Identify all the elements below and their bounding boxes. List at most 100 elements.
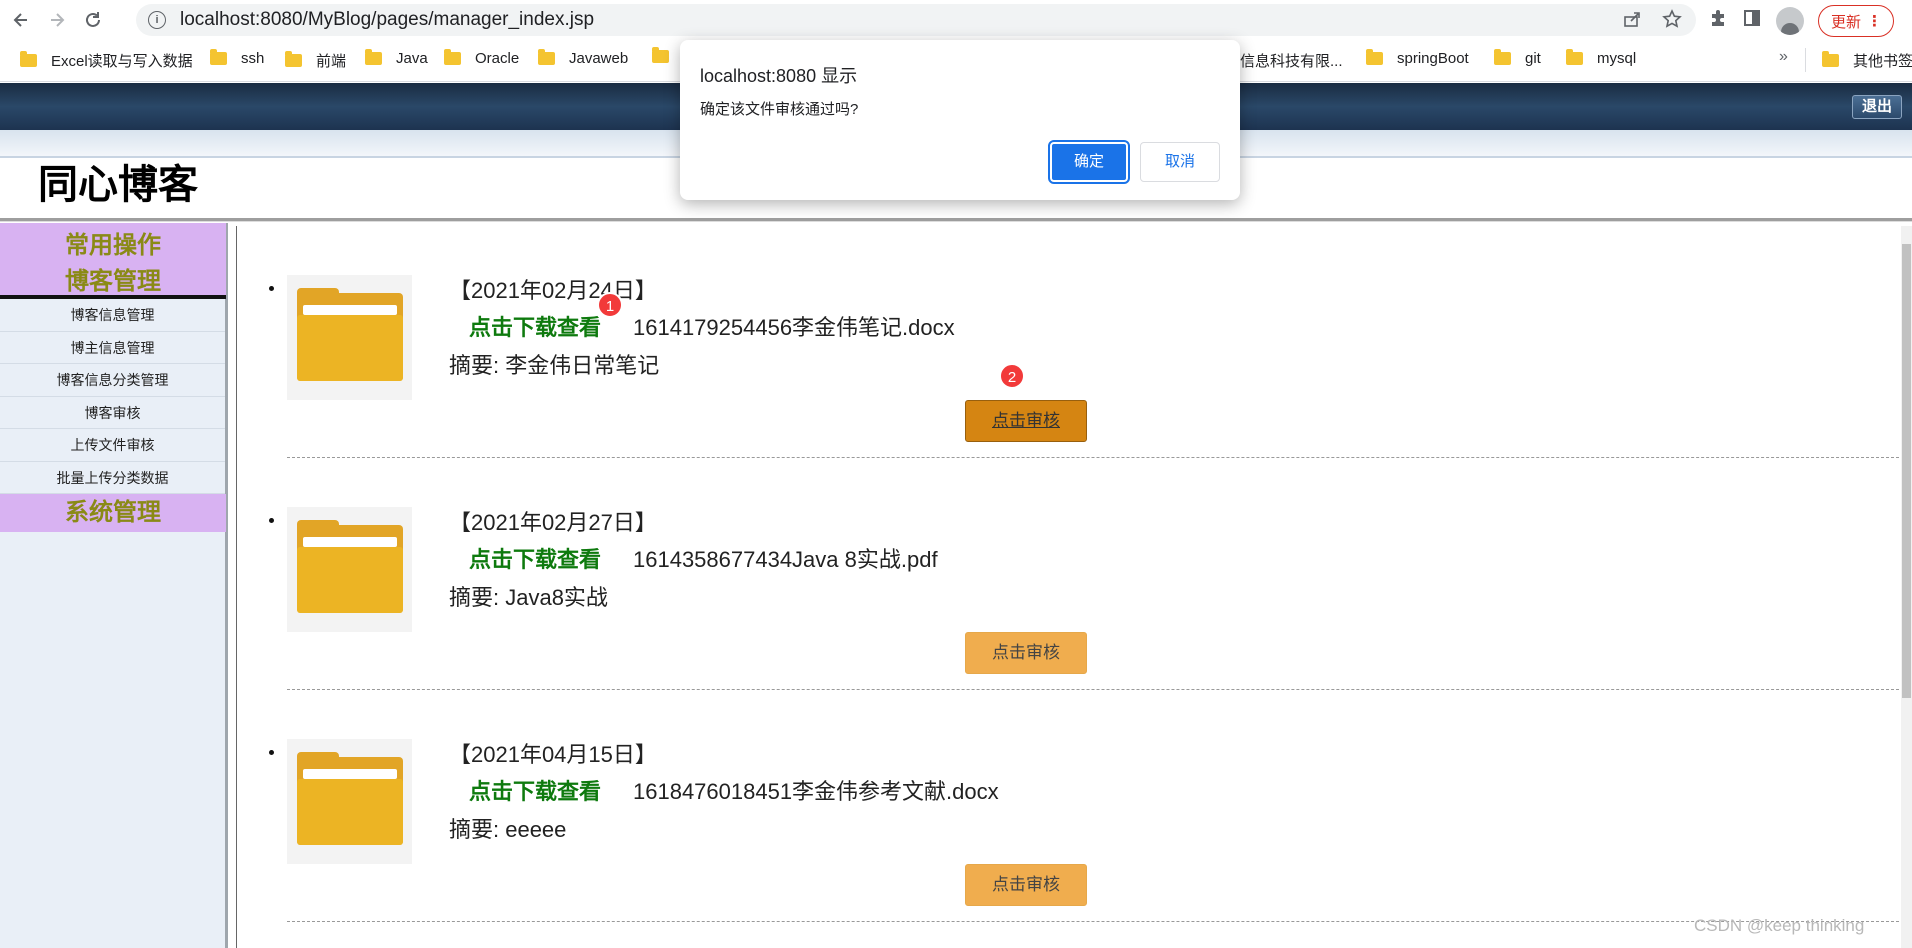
folder-icon — [538, 49, 555, 65]
bookmark-folder[interactable]: mysql — [1566, 49, 1637, 67]
back-arrow-icon[interactable] — [6, 5, 36, 35]
entry-summary: 摘要: 李金伟日常笔记 — [449, 353, 660, 378]
bookmark-label: ssh — [241, 50, 265, 67]
extensions-icon[interactable] — [1708, 8, 1728, 34]
sidebar-item-blogger-info[interactable]: 博主信息管理 — [0, 332, 225, 364]
bookmark-folder[interactable] — [652, 47, 683, 63]
folder-icon — [1822, 51, 1839, 67]
more-bookmarks-chevron[interactable]: » — [1779, 48, 1788, 66]
bookmark-folder[interactable]: git — [1494, 49, 1541, 67]
bookmark-folder[interactable]: Excel读取与写入数据 — [20, 50, 193, 71]
site-title: 同心博客 — [38, 162, 198, 208]
bookmark-label: git — [1525, 50, 1541, 67]
confirm-dialog: localhost:8080 显示 确定该文件审核通过吗? 确定 取消 — [680, 40, 1240, 200]
sidebar-item-blog-review[interactable]: 博客审核 — [0, 397, 225, 429]
folder-icon — [287, 739, 412, 864]
sidebar-section-system[interactable]: 系统管理 — [0, 494, 226, 532]
entry-date: 【2021年04月15日】 — [449, 742, 657, 767]
entry-filename: 1618476018451李金伟参考文献.docx — [633, 779, 999, 804]
review-button[interactable]: 点击审核 — [965, 632, 1087, 674]
list-item: 【2021年02月24日】 点击下载查看 1614179254456李金伟笔记.… — [237, 226, 1902, 458]
bookmark-folder[interactable]: 前端 — [285, 50, 346, 71]
entry-summary: 摘要: eeeee — [449, 817, 567, 842]
bookmark-folder[interactable]: springBoot — [1366, 49, 1469, 67]
folder-icon — [285, 51, 302, 67]
sidebar-item-blog-category[interactable]: 博客信息分类管理 — [0, 364, 225, 397]
bookmark-label: Excel读取与写入数据 — [51, 53, 193, 70]
browser-toolbar: i localhost:8080/MyBlog/pages/manager_in… — [0, 0, 1912, 40]
annotation-badge: 1 — [597, 292, 623, 318]
bookmark-label: 信息科技有限... — [1240, 53, 1343, 70]
list-bullet — [269, 750, 274, 755]
dialog-title: localhost:8080 显示 — [700, 66, 858, 86]
file-review-list: 【2021年02月24日】 点击下载查看 1614179254456李金伟笔记.… — [236, 226, 1902, 948]
bookmark-folder[interactable]: Java — [365, 49, 428, 67]
folder-icon — [287, 275, 412, 400]
site-info-icon[interactable]: i — [148, 11, 166, 29]
folder-icon — [1366, 49, 1383, 65]
bookmark-label: Oracle — [475, 50, 520, 67]
bookmark-label: 前端 — [316, 53, 347, 70]
sidebar-section-header[interactable]: 常用操作 博客管理 — [0, 223, 226, 299]
logout-button[interactable]: 退出 — [1851, 95, 1902, 119]
reload-icon[interactable] — [78, 5, 108, 35]
bookmarks-divider — [1805, 48, 1806, 72]
review-button[interactable]: 点击审核 — [965, 400, 1087, 442]
folder-icon — [287, 507, 412, 632]
dialog-message: 确定该文件审核通过吗? — [700, 101, 859, 118]
list-bullet — [269, 518, 274, 523]
update-label: 更新 — [1831, 13, 1862, 31]
sidebar-item-file-review[interactable]: 上传文件审核 — [0, 429, 225, 462]
side-panel-icon[interactable] — [1742, 8, 1762, 34]
entry-date: 【2021年02月24日】 — [449, 278, 657, 303]
bookmark-folder[interactable]: Oracle — [444, 49, 520, 67]
download-link[interactable]: 点击下载查看 — [469, 774, 601, 806]
folder-icon — [1494, 49, 1511, 65]
annotation-badge: 2 — [999, 363, 1025, 389]
entry-divider — [287, 921, 1899, 922]
bookmark-label: springBoot — [1397, 50, 1469, 67]
sidebar-item-blog-info[interactable]: 博客信息管理 — [0, 299, 225, 332]
entry-summary: 摘要: Java8实战 — [449, 585, 608, 610]
list-item: 【2021年04月15日】 点击下载查看 1618476018451李金伟参考文… — [237, 690, 1902, 922]
sidebar-menu: 常用操作 博客管理 博客信息管理 博主信息管理 博客信息分类管理 博客审核 上传… — [0, 223, 228, 948]
forward-arrow-icon[interactable] — [42, 5, 72, 35]
sidebar-item-batch-upload[interactable]: 批量上传分类数据 — [0, 462, 225, 494]
profile-avatar[interactable] — [1776, 7, 1804, 35]
bookmark-label: Java — [396, 50, 428, 67]
bookmark-label: 其他书签 — [1853, 53, 1912, 70]
folder-icon — [20, 51, 37, 67]
entry-filename: 1614358677434Java 8实战.pdf — [633, 547, 938, 572]
folder-icon — [365, 49, 382, 65]
bookmark-label: mysql — [1597, 50, 1637, 67]
bookmark-folder[interactable]: ssh — [210, 49, 265, 67]
download-link[interactable]: 点击下载查看 — [469, 542, 601, 574]
folder-icon — [444, 49, 461, 65]
folder-icon — [652, 47, 669, 63]
watermark-text: CSDN @keep thinking — [1694, 916, 1865, 935]
download-link[interactable]: 点击下载查看 — [469, 310, 601, 342]
other-bookmarks-folder[interactable]: 其他书签 — [1822, 50, 1912, 71]
bookmark-folder[interactable]: 信息科技有限... — [1240, 50, 1343, 71]
address-bar[interactable]: i localhost:8080/MyBlog/pages/manager_in… — [136, 4, 1696, 36]
folder-icon — [1566, 49, 1583, 65]
sidebar-section-common[interactable]: 常用操作 — [0, 228, 226, 264]
url-text[interactable]: localhost:8080/MyBlog/pages/manager_inde… — [180, 9, 594, 31]
list-item: 【2021年02月27日】 点击下载查看 1614358677434Java 8… — [237, 458, 1902, 690]
entry-filename: 1614179254456李金伟笔记.docx — [633, 315, 955, 340]
folder-icon — [210, 49, 227, 65]
entry-date: 【2021年02月27日】 — [449, 510, 657, 535]
header-divider — [0, 218, 1912, 222]
share-icon[interactable] — [1622, 9, 1642, 35]
confirm-ok-button[interactable]: 确定 — [1048, 140, 1130, 184]
bookmark-star-icon[interactable] — [1662, 9, 1682, 35]
more-menu-icon: ⋮ — [1867, 13, 1882, 30]
confirm-cancel-button[interactable]: 取消 — [1140, 142, 1220, 182]
update-button[interactable]: 更新 ⋮ — [1818, 5, 1895, 37]
bookmark-folder[interactable]: Javaweb — [538, 49, 629, 67]
scrollbar-thumb[interactable] — [1902, 244, 1911, 698]
review-button[interactable]: 点击审核 — [965, 864, 1087, 906]
sidebar-section-blog[interactable]: 博客管理 — [0, 264, 226, 300]
list-bullet — [269, 286, 274, 291]
bookmark-label: Javaweb — [569, 50, 629, 67]
